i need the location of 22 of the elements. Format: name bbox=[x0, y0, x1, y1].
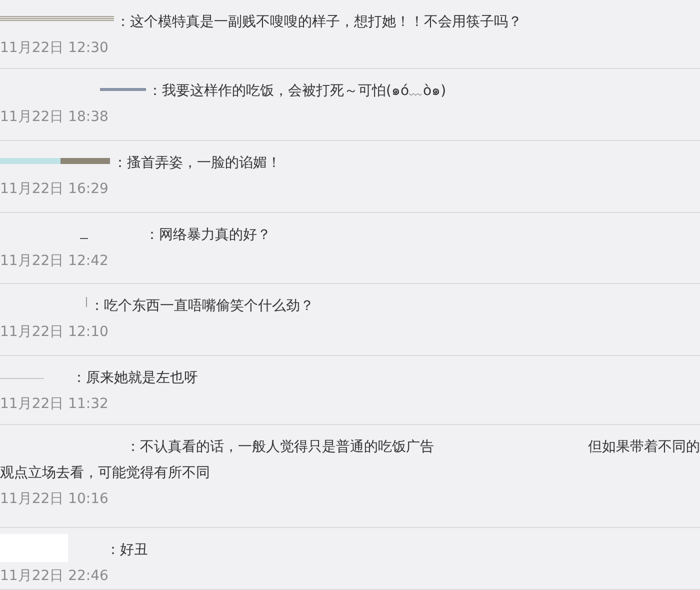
redaction-mark bbox=[0, 378, 44, 379]
comment-time: 11月22日 11:32 bbox=[0, 395, 108, 414]
redaction-mark bbox=[100, 88, 146, 91]
redaction-mark bbox=[80, 238, 88, 239]
comment-text: ：搔首弄姿，一脸的谄媚！ bbox=[113, 154, 281, 173]
comment-text: ：不认真看的话，一般人觉得只是普通的吃饭广告 bbox=[126, 438, 434, 457]
comment-time: 11月22日 10:16 bbox=[0, 490, 108, 509]
comment-time: 11月22日 22:46 bbox=[0, 567, 108, 586]
comment-text: ：这个模特真是一副贱不嗖嗖的样子，想打她！！不会用筷子吗？ bbox=[116, 13, 522, 32]
comment-time: 11月22日 16:29 bbox=[0, 180, 108, 199]
redaction-mark bbox=[86, 297, 87, 307]
comment-text: 观点立场去看，可能觉得有所不同 bbox=[0, 464, 210, 483]
comment-text: ：吃个东西一直唔嘴偷笑个什么劲？ bbox=[90, 297, 314, 316]
comment-time: 11月22日 18:38 bbox=[0, 108, 108, 127]
comment-text: ：网络暴力真的好？ bbox=[145, 226, 271, 245]
comment-text: ：我要这样作的吃饭，会被打死～可怕(๑ó﹏ò๑) bbox=[148, 82, 446, 101]
comment-time: 11月22日 12:30 bbox=[0, 39, 108, 58]
comment-text: 但如果带着不同的 bbox=[588, 438, 700, 457]
comment-time: 11月22日 12:42 bbox=[0, 252, 108, 271]
comment-text: ：好丑 bbox=[106, 541, 148, 560]
comment-text: ：原来她就是左也呀 bbox=[72, 369, 198, 388]
comment-time: 11月22日 12:10 bbox=[0, 323, 108, 342]
